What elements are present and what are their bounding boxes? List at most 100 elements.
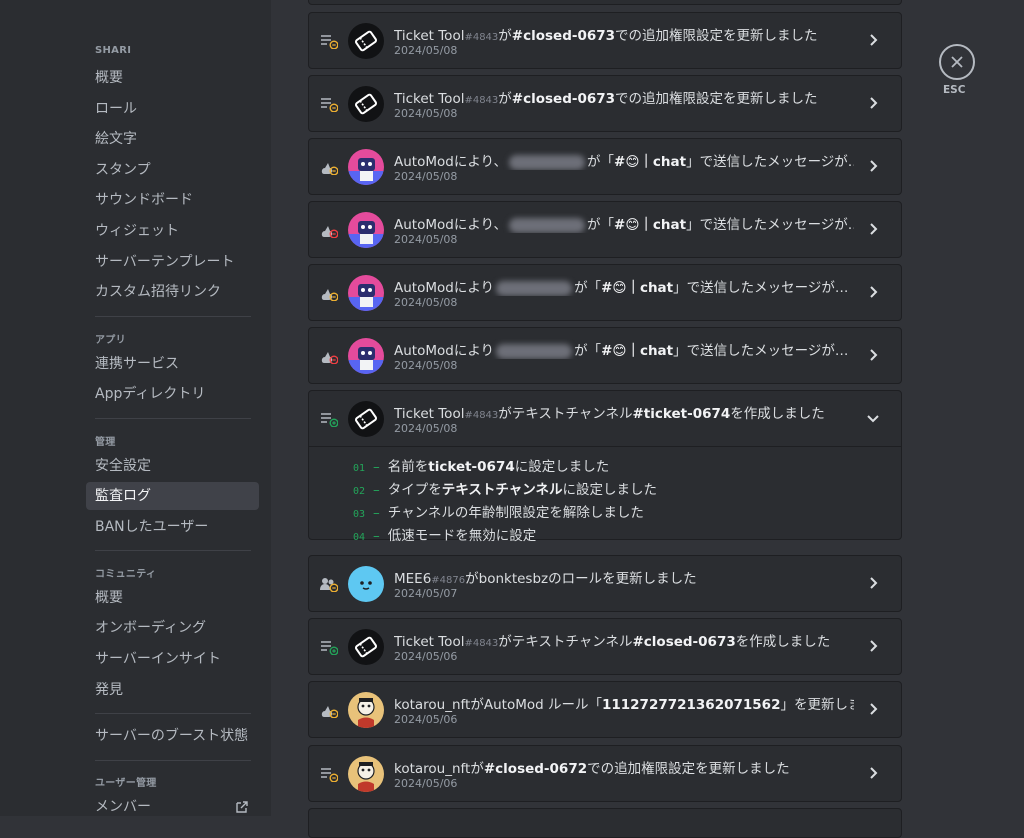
entry-target: #😊｜chat [601,280,674,296]
change-detail-row: 01– 名前をticket-0674に設定しました [353,455,609,475]
nav-item-integrations[interactable]: 連携サービス [86,350,259,378]
section-title-user-management: ユーザー管理 [95,778,157,789]
nav-item-bans[interactable]: BANしたユーザー [86,513,259,541]
close-button[interactable] [939,44,975,80]
external-link-icon [236,801,248,813]
audit-entry[interactable]: AutoModにより、 が「#😊｜chat」で送信したメッセージが… 2024/0… [308,138,902,195]
entry-target: #ticket-0674 [632,406,731,422]
audit-entry[interactable]: kotarou_nftが#closed-0672での追加権限設定を更新しました … [308,745,902,802]
entry-text-suffix: を作成しました [730,406,825,422]
nav-item-onboarding[interactable]: オンボーディング [86,614,259,642]
audit-entry[interactable]: Ticket Tool#4843がテキストチャンネル#ticket-0674を作… [308,390,902,544]
nav-item-server-insights[interactable]: サーバーインサイト [86,645,259,673]
audit-entry-partial[interactable] [308,0,902,5]
nav-item-app-directory[interactable]: Appディレクトリ [86,380,259,408]
entry-actor: kotarou_nft [394,697,471,713]
change-text-suffix: に設定しました [514,459,610,475]
audit-entry-header[interactable]: Ticket Tool#4843がテキストチャンネル#closed-0673を作… [309,619,901,674]
dash: – [373,528,380,544]
audit-entry[interactable]: MEE6#4876がbonktesbzのロールを更新しました 2024/05/0… [308,555,902,612]
nav-item-roles[interactable]: ロール [86,95,259,123]
audit-entry-header[interactable]: AutoModにより、 が「#😊｜chat」で送信したメッセージが… 2024/0… [309,139,901,194]
entry-summary: AutoModにより、 が「#😊｜chat」で送信したメッセージが… [394,213,854,233]
entry-target: #closed-0673 [511,28,616,44]
chevron-right-icon [870,97,878,109]
entry-target: #😊｜chat [614,154,687,170]
entry-actor: kotarou_nft [394,761,471,777]
change-index: 01 [353,463,366,474]
section-title-moderation: 管理 [95,437,116,448]
nav-item-overview[interactable]: 概要 [86,64,259,92]
entry-summary: Ticket Tool#4843が#closed-0673での追加権限設定を更新… [394,24,854,44]
channel-create-icon [321,641,338,655]
audit-entry[interactable]: AutoModにより が「#😊｜chat」で送信したメッセージが… 2024/05… [308,264,902,321]
entry-date: 2024/05/06 [394,650,458,663]
audit-entry-header[interactable]: kotarou_nftが#closed-0672での追加権限設定を更新しました … [309,746,901,801]
kotarou-avatar [348,756,384,792]
entry-actor-tag: #4876 [431,575,466,586]
ticket-tool-avatar [348,23,384,59]
audit-entry[interactable]: AutoModにより、 が「#😊｜chat」で送信したメッセージが… 2024/0… [308,201,902,258]
change-index: 04 [353,532,366,543]
chevron-right-icon [870,767,878,779]
section-title-apps: アプリ [95,335,126,346]
entry-date: 2024/05/08 [394,359,458,372]
entry-text-suffix: 」で送信したメッセージが… [673,280,849,296]
audit-entry-header[interactable]: kotarou_nftがAutoMod ルール「1112727721362071… [309,682,901,737]
entry-text: が「 [587,154,615,170]
audit-entry-header[interactable]: MEE6#4876がbonktesbzのロールを更新しました 2024/05/0… [309,556,901,611]
audit-entry[interactable]: kotarou_nftがAutoMod ルール「1112727721362071… [308,681,902,738]
entry-summary: Ticket Tool#4843が#closed-0673での追加権限設定を更新… [394,87,854,107]
audit-entry-header[interactable]: Ticket Tool#4843が#closed-0673での追加権限設定を更新… [309,76,901,131]
audit-entry-header[interactable]: Ticket Tool#4843が#closed-0673での追加権限設定を更新… [309,13,901,68]
entry-target: #closed-0672 [483,761,588,777]
nav-item-soundboard[interactable]: サウンドボード [86,186,259,214]
audit-entry-partial[interactable] [308,808,902,838]
entry-target: #😊｜chat [614,217,687,233]
automod-avatar [348,275,384,311]
entry-summary: Ticket Tool#4843がテキストチャンネル#ticket-0674を作… [394,402,854,422]
entry-summary: kotarou_nftが#closed-0672での追加権限設定を更新しました [394,757,854,777]
audit-entry-header[interactable]: AutoModにより が「#😊｜chat」で送信したメッセージが… 2024/05… [309,265,901,320]
nav-item-widget[interactable]: ウィジェット [86,217,259,245]
chevron-down-icon [867,415,879,423]
nav-item-emoji[interactable]: 絵文字 [86,125,259,153]
nav-item-server-template[interactable]: サーバーテンプレート [86,248,259,276]
entry-text: がbonktesbzのロールを更新しました [465,571,697,587]
nav-item-audit-log[interactable]: 監査ログ [86,482,259,510]
change-index: 02 [353,486,366,497]
nav-item-vanity-url[interactable]: カスタム招待リンク [86,278,259,306]
change-text: チャンネルの年齢制限設定を解除しました [387,505,644,521]
chevron-right-icon [870,703,878,715]
entry-summary: kotarou_nftがAutoMod ルール「1112727721362071… [394,693,854,713]
nav-item-discovery[interactable]: 発見 [86,676,259,704]
entry-actor: AutoModにより、 [394,154,508,170]
divider [95,760,251,761]
divider [95,418,251,419]
nav-item-server-boost[interactable]: サーバーのブースト状態 [86,722,259,750]
audit-entry[interactable]: Ticket Tool#4843が#closed-0673での追加権限設定を更新… [308,12,902,69]
change-value: テキストチャンネル [441,482,563,498]
automod-avatar [348,338,384,374]
audit-entry[interactable]: Ticket Tool#4843がテキストチャンネル#closed-0673を作… [308,618,902,675]
divider [95,316,251,317]
close-label: ESC [943,84,966,96]
nav-item-safety[interactable]: 安全設定 [86,452,259,480]
section-title-community: コミュニティ [95,569,157,580]
entry-text-suffix: 」で送信したメッセージが… [673,343,849,359]
entry-summary: AutoModにより が「#😊｜chat」で送信したメッセージが… [394,276,854,296]
audit-entry-header[interactable]: Ticket Tool#4843がテキストチャンネル#ticket-0674を作… [309,391,901,446]
audit-entry[interactable]: AutoModにより が「#😊｜chat」で送信したメッセージが… 2024/05… [308,327,902,384]
entry-text-suffix: での追加権限設定を更新しました [615,91,818,107]
nav-item-members[interactable]: メンバー [86,793,259,821]
nav-item-stickers[interactable]: スタンプ [86,156,259,184]
audit-entry-header[interactable]: AutoModにより、 が「#😊｜chat」で送信したメッセージが… 2024/0… [309,202,901,257]
nav-item-community-overview[interactable]: 概要 [86,584,259,612]
channel-update-icon [321,35,338,49]
entry-text-suffix: 」で送信したメッセージが… [686,217,854,233]
entry-text-suffix: を作成しました [735,634,831,650]
entry-target: #closed-0673 [511,91,616,107]
audit-entry-header[interactable]: AutoModにより が「#😊｜chat」で送信したメッセージが… 2024/05… [309,328,901,383]
automod-avatar [348,149,384,185]
audit-entry[interactable]: Ticket Tool#4843が#closed-0673での追加権限設定を更新… [308,75,902,132]
